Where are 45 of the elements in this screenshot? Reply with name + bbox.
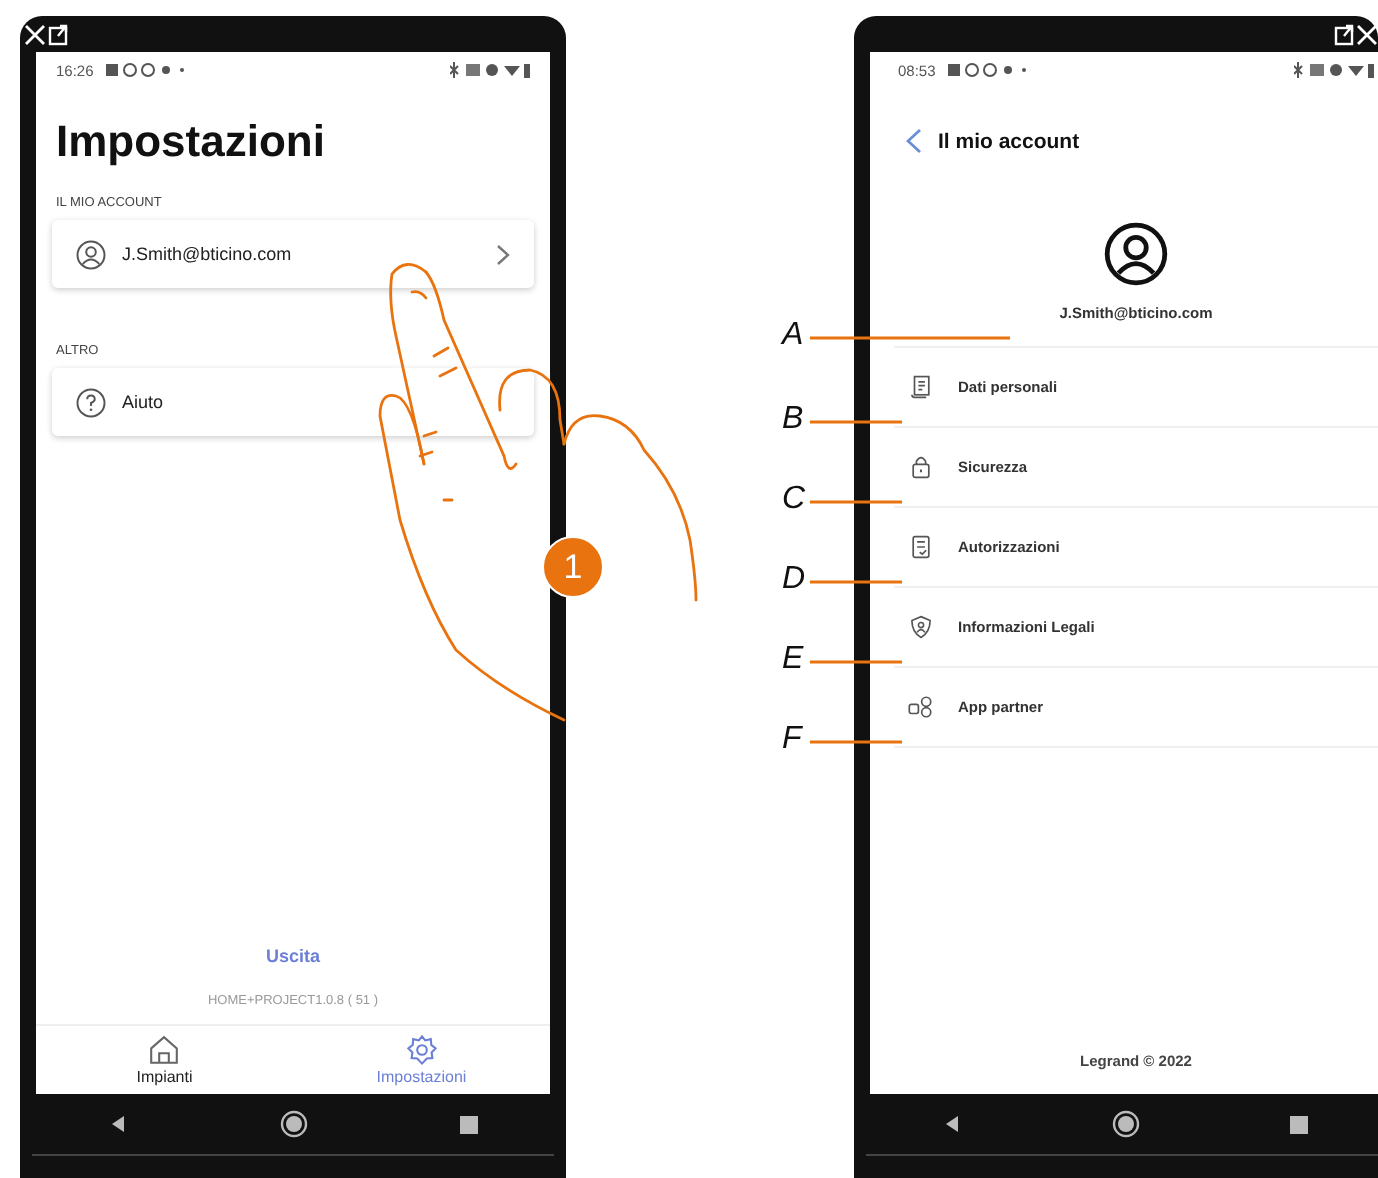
settings-icon: [405, 1034, 438, 1066]
callout-letter: F: [782, 724, 802, 756]
leader-line: [810, 580, 902, 584]
recents-icon[interactable]: [460, 1115, 478, 1133]
recents-icon[interactable]: [1289, 1115, 1307, 1133]
logout-link[interactable]: Uscita: [265, 946, 320, 966]
back-icon[interactable]: [108, 1114, 128, 1134]
settings-item-label: J.Smith@bticino.com: [122, 244, 294, 264]
callout-letter: E: [782, 644, 804, 676]
system-status-icons: [1294, 62, 1374, 78]
system-status-icons: [450, 62, 530, 78]
avatar-icon: [1104, 222, 1168, 286]
tab[interactable]: Impostazioni: [293, 1026, 550, 1094]
leader-line: [810, 420, 902, 424]
document-icon: [908, 374, 934, 400]
back-chevron-icon[interactable]: [906, 128, 922, 154]
close-and-external-icons: [24, 23, 68, 45]
lock-icon: [908, 454, 934, 480]
step-number-badge: 1: [542, 536, 604, 598]
leader-line: [810, 740, 902, 744]
home-icon: [148, 1034, 181, 1066]
chevron-right-icon: [496, 243, 510, 265]
page-title: Impostazioni: [56, 116, 327, 168]
external-and-close-icons: [1334, 23, 1378, 45]
checklist-icon: [908, 534, 934, 560]
help-icon: [76, 387, 106, 417]
callout-letter: C: [782, 484, 806, 516]
leader-line: [810, 500, 902, 504]
shield-icon: [908, 614, 934, 640]
callout-letter: D: [782, 564, 806, 596]
callout-letter: A: [782, 320, 804, 352]
partner-apps-icon: [908, 694, 934, 720]
settings-item[interactable]: Aiuto: [52, 368, 534, 436]
callout-letter: B: [782, 404, 804, 436]
notification-icons: [105, 62, 186, 78]
notification-icons: [947, 62, 1028, 78]
home-button-icon[interactable]: [280, 1110, 308, 1138]
person-icon: [76, 239, 106, 269]
settings-item-label: Aiuto: [122, 392, 166, 412]
screen-title: Il mio account: [938, 129, 1080, 153]
settings-item[interactable]: J.Smith@bticino.com: [52, 220, 534, 288]
leader-line: [810, 660, 902, 664]
home-button-icon[interactable]: [1111, 1110, 1139, 1138]
tab[interactable]: Impianti: [36, 1026, 293, 1094]
back-icon[interactable]: [941, 1114, 961, 1134]
